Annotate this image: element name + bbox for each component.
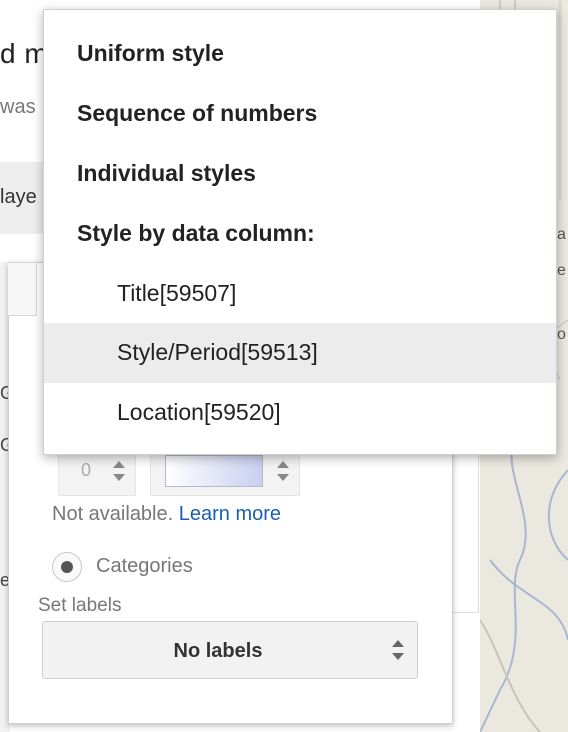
page-title-fragment: d m	[0, 38, 49, 69]
learn-more-link[interactable]: Learn more	[179, 503, 281, 525]
menu-item-label: Style/Period[59513]	[117, 339, 318, 365]
menu-item-uniform-style[interactable]: Uniform style	[44, 24, 556, 84]
menu-item-title-column[interactable]: Title[59507]	[44, 264, 556, 324]
up-down-arrows-icon[interactable]	[275, 457, 291, 485]
menu-item-label: Title[59507]	[117, 280, 237, 306]
not-available-message: Not available. Learn more	[52, 503, 281, 526]
map-label-fragment: o	[557, 326, 566, 343]
set-labels-label: Set labels	[38, 595, 122, 616]
menu-item-label: Location[59520]	[117, 399, 281, 425]
panel-tab[interactable]	[8, 262, 37, 316]
menu-item-label: Sequence of numbers	[77, 100, 318, 126]
menu-item-sequence-of-numbers[interactable]: Sequence of numbers	[44, 84, 556, 144]
menu-item-label: Style by data column:	[77, 220, 315, 246]
menu-item-individual-styles[interactable]: Individual styles	[44, 144, 556, 204]
menu-item-location-column[interactable]: Location[59520]	[44, 383, 556, 443]
style-type-dropdown: Uniform style Sequence of numbers Indivi…	[43, 9, 557, 455]
map-label-fragment: a	[557, 226, 566, 243]
not-available-text: Not available.	[52, 503, 174, 525]
page-subtitle-fragment: was	[0, 96, 36, 118]
menu-item-style-by-data-column: Style by data column:	[44, 204, 556, 264]
radio-selected-icon[interactable]	[52, 552, 82, 582]
categories-label[interactable]: Categories	[96, 555, 193, 578]
number-value: 0	[81, 460, 92, 480]
map-label-fragment: e	[557, 262, 566, 279]
up-down-arrows-icon[interactable]	[111, 457, 127, 485]
layer-label-fragment: laye	[0, 186, 37, 208]
menu-item-style-period-column[interactable]: Style/Period[59513]	[44, 323, 556, 383]
up-down-arrows-icon	[392, 640, 404, 660]
menu-item-label: Individual styles	[77, 160, 256, 186]
menu-item-label: Uniform style	[77, 40, 224, 66]
labels-select[interactable]: No labels	[42, 621, 418, 679]
labels-select-value: No labels	[173, 640, 263, 662]
color-gradient-swatch[interactable]	[165, 455, 263, 487]
